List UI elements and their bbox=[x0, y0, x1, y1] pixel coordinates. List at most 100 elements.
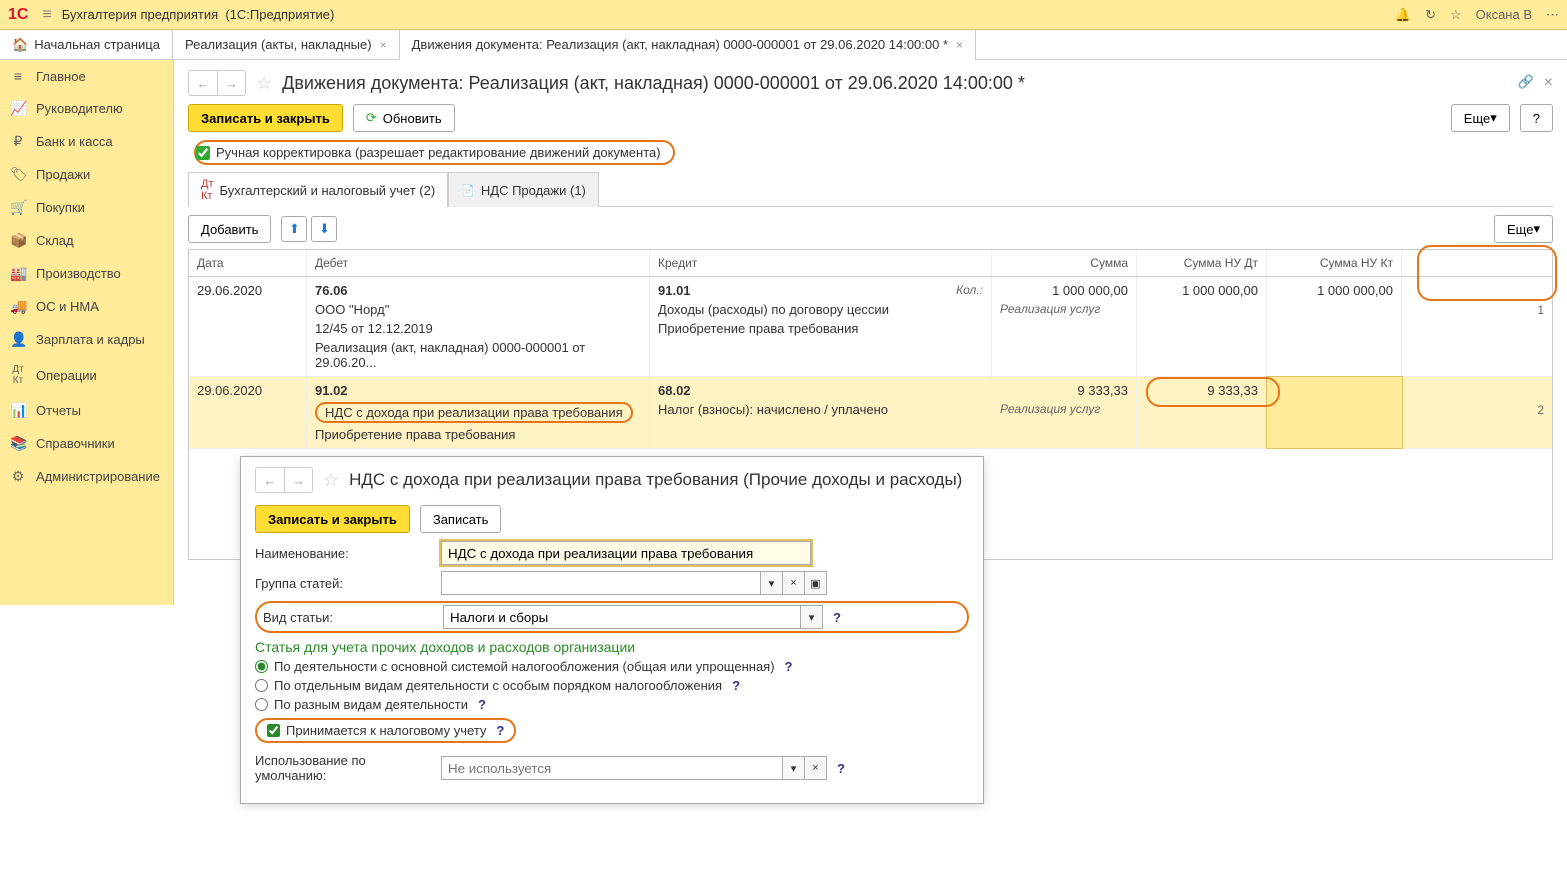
dropdown-icon[interactable]: ▾ bbox=[801, 605, 823, 629]
group-input[interactable] bbox=[441, 571, 761, 595]
doc-icon: 📄 bbox=[461, 184, 475, 197]
kind-label: Вид статьи: bbox=[263, 610, 437, 625]
forward-button[interactable]: → bbox=[284, 468, 312, 492]
sidebar-item-bank[interactable]: ₽Банк и касса bbox=[0, 125, 173, 158]
back-button[interactable]: ← bbox=[256, 468, 284, 492]
nav-buttons: ← → bbox=[188, 70, 246, 96]
sidebar-item-refs[interactable]: 📚Справочники bbox=[0, 427, 173, 460]
section-header: Статья для учета прочих доходов и расход… bbox=[255, 639, 969, 655]
dtkt-icon: ДтКт bbox=[201, 178, 214, 202]
arrow-up-icon: ⬆ bbox=[289, 221, 300, 237]
page-title: Движения документа: Реализация (акт, нак… bbox=[282, 73, 1025, 94]
sidebar-item-main[interactable]: ≡Главное bbox=[0, 60, 173, 92]
dropdown-icon[interactable]: ▾ bbox=[761, 571, 783, 595]
add-button[interactable]: Добавить bbox=[188, 215, 271, 243]
tab-movements[interactable]: Движения документа: Реализация (акт, нак… bbox=[400, 30, 976, 59]
radio-main-tax[interactable]: По деятельности с основной системой нало… bbox=[255, 659, 969, 674]
help-button[interactable]: ? bbox=[1520, 104, 1553, 132]
dropdown-icon[interactable]: ▾ bbox=[783, 756, 805, 780]
star-icon[interactable]: ☆ bbox=[1450, 7, 1462, 23]
move-down-button[interactable]: ⬇ bbox=[311, 216, 337, 242]
manual-correction-checkbox[interactable]: Ручная корректировка (разрешает редактир… bbox=[194, 140, 675, 165]
favorite-icon[interactable]: ☆ bbox=[256, 73, 272, 94]
stock-icon: 📦 bbox=[10, 232, 26, 249]
bars-icon: 📊 bbox=[10, 402, 26, 419]
more-button[interactable]: Еще ▾ bbox=[1451, 104, 1510, 132]
name-input[interactable] bbox=[441, 541, 811, 565]
gear-icon: ⚙ bbox=[10, 468, 26, 485]
close-icon[interactable]: × bbox=[380, 38, 387, 52]
grid-row[interactable]: 29.06.20202 91.02 НДС с дохода при реали… bbox=[189, 377, 1552, 449]
col-sumkt[interactable]: Сумма НУ Кт bbox=[1267, 250, 1402, 276]
dialog-title: НДС с дохода при реализации права требов… bbox=[349, 470, 962, 490]
subtab-accounting[interactable]: ДтКтБухгалтерский и налоговый учет (2) bbox=[188, 172, 448, 207]
close-icon[interactable]: × bbox=[956, 38, 963, 52]
manual-correction-input[interactable] bbox=[196, 146, 210, 160]
sidebar-item-stock[interactable]: 📦Склад bbox=[0, 224, 173, 257]
overflow-icon[interactable]: ⋯ bbox=[1546, 7, 1559, 23]
tab-realizations[interactable]: Реализация (акты, накладные) × bbox=[173, 30, 400, 59]
save-close-button[interactable]: Записать и закрыть bbox=[255, 505, 410, 533]
save-close-button[interactable]: Записать и закрыть bbox=[188, 104, 343, 132]
tab-home[interactable]: 🏠 Начальная страница bbox=[0, 30, 173, 59]
sidebar-item-purchases[interactable]: 🛒Покупки bbox=[0, 191, 173, 224]
help-icon[interactable]: ? bbox=[785, 659, 793, 674]
subtab-vat[interactable]: 📄НДС Продажи (1) bbox=[448, 172, 599, 207]
col-credit[interactable]: Кредит bbox=[650, 250, 992, 276]
history-icon[interactable]: ↻ bbox=[1425, 7, 1436, 23]
cart-icon: 🛒 bbox=[10, 199, 26, 216]
help-icon[interactable]: ? bbox=[478, 697, 486, 712]
sidebar-item-operations[interactable]: ДтКтОперации bbox=[0, 356, 173, 394]
coin-icon: ₽ bbox=[10, 133, 26, 150]
kind-input[interactable] bbox=[443, 605, 801, 629]
col-date[interactable]: Дата bbox=[189, 250, 307, 276]
clear-icon[interactable]: × bbox=[783, 571, 805, 595]
link-icon[interactable]: 🔗 bbox=[1517, 74, 1533, 92]
tax-accept-checkbox[interactable]: Принимается к налоговому учету? bbox=[255, 718, 516, 743]
refresh-button[interactable]: ⟳Обновить bbox=[353, 104, 455, 132]
factory-icon: 🏭 bbox=[10, 265, 26, 282]
open-icon[interactable]: ▣ bbox=[805, 571, 827, 595]
article-dialog: ← → ☆ НДС с дохода при реализации права … bbox=[240, 456, 984, 804]
help-icon[interactable]: ? bbox=[732, 678, 740, 693]
back-button[interactable]: ← bbox=[189, 71, 217, 95]
sidebar-item-admin[interactable]: ⚙Администрирование bbox=[0, 460, 173, 493]
grid-row[interactable]: 29.06.20201 76.06 ООО "Норд" 12/45 от 12… bbox=[189, 277, 1552, 377]
name-label: Наименование: bbox=[255, 546, 435, 561]
default-label: Использование по умолчанию: bbox=[255, 753, 435, 783]
default-input[interactable] bbox=[441, 756, 783, 780]
bell-icon[interactable]: 🔔 bbox=[1395, 7, 1411, 23]
sidebar-item-manager[interactable]: 📈Руководителю bbox=[0, 92, 173, 125]
doc-tabs: 🏠 Начальная страница Реализация (акты, н… bbox=[0, 30, 1567, 60]
sidebar-item-assets[interactable]: 🚚ОС и НМА bbox=[0, 290, 173, 323]
move-up-button[interactable]: ⬆ bbox=[281, 216, 307, 242]
help-icon[interactable]: ? bbox=[496, 723, 504, 738]
col-sumdt[interactable]: Сумма НУ Дт bbox=[1137, 250, 1267, 276]
sidebar-item-production[interactable]: 🏭Производство bbox=[0, 257, 173, 290]
radio-mixed[interactable]: По разным видам деятельности? bbox=[255, 697, 969, 712]
sidebar-item-reports[interactable]: 📊Отчеты bbox=[0, 394, 173, 427]
sidebar-item-sales[interactable]: 🏷Продажи bbox=[0, 158, 173, 191]
menu-icon: ≡ bbox=[10, 68, 26, 84]
sidebar-item-payroll[interactable]: 👤Зарплата и кадры bbox=[0, 323, 173, 356]
forward-button[interactable]: → bbox=[217, 71, 245, 95]
truck-icon: 🚚 bbox=[10, 298, 26, 315]
arrow-down-icon: ⬇ bbox=[319, 221, 330, 237]
user-label[interactable]: Оксана В bbox=[1476, 7, 1532, 22]
table-more-button[interactable]: Еще ▾ bbox=[1494, 215, 1553, 243]
favorite-icon[interactable]: ☆ bbox=[323, 470, 339, 491]
save-button[interactable]: Записать bbox=[420, 505, 502, 533]
radio-special-tax[interactable]: По отдельным видам деятельности с особым… bbox=[255, 678, 969, 693]
sidebar: ≡Главное 📈Руководителю ₽Банк и касса 🏷Пр… bbox=[0, 60, 174, 605]
col-sum[interactable]: Сумма bbox=[992, 250, 1137, 276]
person-icon: 👤 bbox=[10, 331, 26, 348]
col-debit[interactable]: Дебет bbox=[307, 250, 650, 276]
clear-icon[interactable]: × bbox=[805, 756, 827, 780]
help-icon[interactable]: ? bbox=[837, 761, 845, 776]
dtkt-icon: ДтКт bbox=[10, 364, 26, 386]
close-icon[interactable]: × bbox=[1544, 74, 1553, 92]
home-icon: 🏠 bbox=[12, 37, 28, 53]
help-icon[interactable]: ? bbox=[833, 610, 841, 625]
menu-icon[interactable]: ≡ bbox=[42, 6, 51, 24]
group-label: Группа статей: bbox=[255, 576, 435, 591]
